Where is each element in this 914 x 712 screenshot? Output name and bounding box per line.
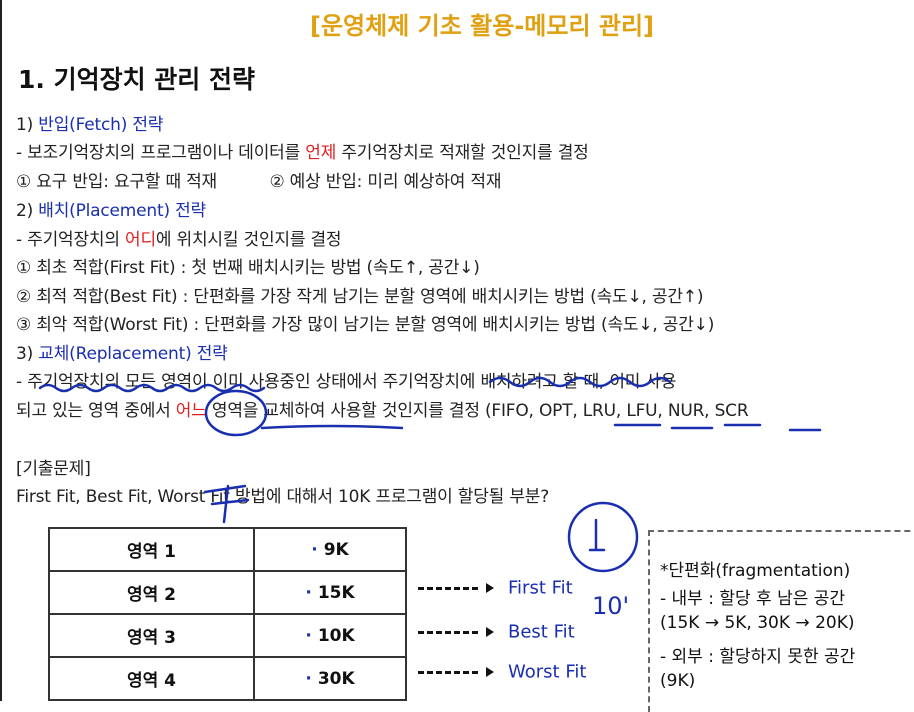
scribble-mark [203, 484, 250, 524]
handwritten-annotations: 10' [38, 376, 822, 620]
handwritten-ten: 10' [592, 592, 629, 620]
number-stroke [588, 518, 606, 552]
circled-number-mark [567, 501, 639, 573]
wavy-underline [488, 376, 672, 388]
circle-mark [204, 389, 268, 437]
underline-stroke [260, 424, 404, 430]
dash-strokes [613, 423, 822, 432]
